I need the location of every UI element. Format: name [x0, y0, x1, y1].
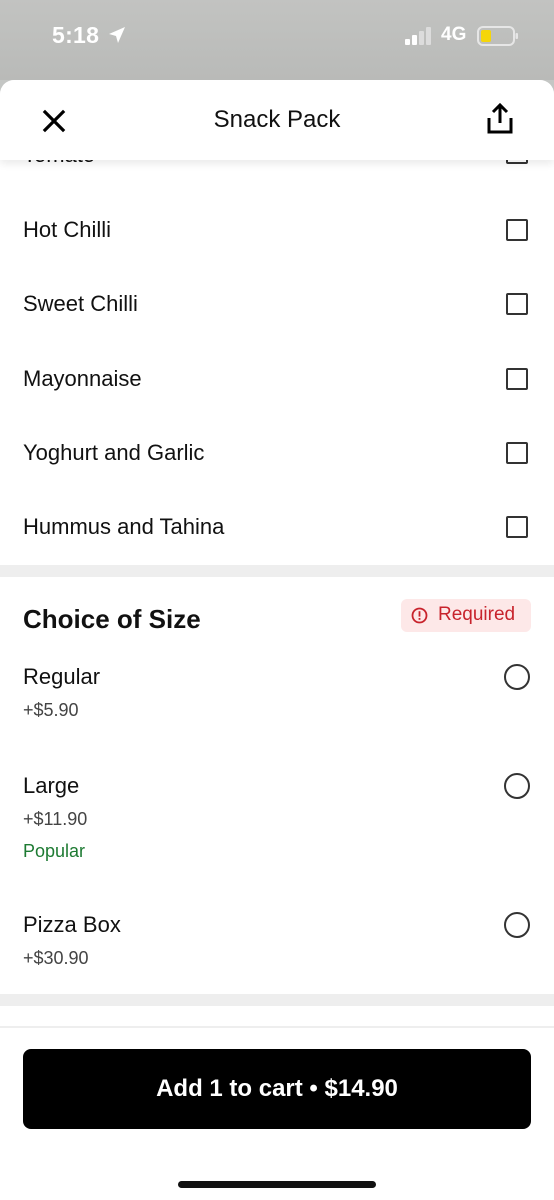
item-sheet: Tomato Hot Chilli Sweet Chilli Mayonnais…	[0, 80, 554, 1200]
option-checkbox[interactable]	[506, 516, 528, 538]
size-radio[interactable]	[504, 664, 530, 690]
status-bar: 5:18 4G	[0, 0, 554, 80]
sauce-option[interactable]: Yoghurt and Garlic	[0, 416, 554, 490]
section-divider	[0, 565, 554, 577]
sauce-option[interactable]: Sweet Chilli	[0, 267, 554, 341]
network-label: 4G	[441, 24, 467, 45]
size-option-large[interactable]: Large +$11.90 Popular	[0, 773, 554, 865]
popular-tag: Popular	[23, 841, 86, 861]
option-label: Hot Chilli	[23, 217, 112, 242]
size-option-regular[interactable]: Regular +$5.90	[0, 664, 554, 724]
required-badge: Required	[401, 599, 531, 632]
battery-icon	[477, 26, 518, 46]
sauce-option[interactable]: Hot Chilli	[0, 193, 554, 267]
size-price: +$5.90	[23, 700, 79, 720]
size-name: Large	[23, 773, 80, 798]
required-label: Required	[438, 604, 516, 625]
size-radio[interactable]	[504, 773, 530, 799]
option-label: Hummus and Tahina	[23, 514, 225, 539]
option-label: Mayonnaise	[23, 366, 142, 391]
size-name: Regular	[23, 664, 101, 689]
share-icon[interactable]	[484, 102, 516, 136]
sauce-option[interactable]: Hummus and Tahina	[0, 490, 554, 564]
sauce-option[interactable]: Mayonnaise	[0, 342, 554, 416]
option-checkbox[interactable]	[506, 442, 528, 464]
home-indicator	[178, 1181, 376, 1188]
option-checkbox[interactable]	[506, 219, 528, 241]
size-section-title: Choice of Size	[23, 604, 201, 634]
option-label: Sweet Chilli	[23, 291, 138, 316]
option-checkbox[interactable]	[506, 368, 528, 390]
size-radio[interactable]	[504, 912, 530, 938]
size-price: +$11.90	[23, 809, 88, 829]
section-divider	[0, 994, 554, 1006]
add-to-cart-button[interactable]: Add 1 to cart • $14.90	[23, 1049, 531, 1129]
signal-icon	[405, 27, 431, 45]
option-label: Yoghurt and Garlic	[23, 440, 205, 465]
page-title: Snack Pack	[213, 106, 341, 133]
option-checkbox[interactable]	[506, 293, 528, 315]
location-arrow-icon	[109, 27, 125, 43]
status-time: 5:18	[52, 22, 100, 48]
size-name: Pizza Box	[23, 912, 121, 937]
sheet-header: Snack Pack	[0, 80, 554, 160]
size-price: +$30.90	[23, 948, 89, 968]
size-option-pizza-box[interactable]: Pizza Box +$30.90	[0, 912, 554, 972]
footer-divider	[0, 1026, 554, 1028]
alert-icon	[411, 607, 428, 624]
